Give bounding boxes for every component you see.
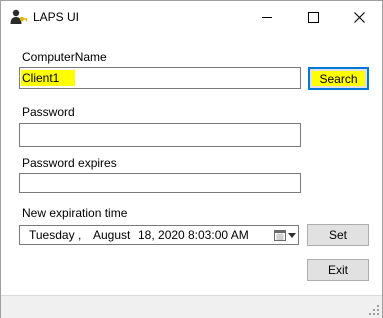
laps-ui-window: LAPS UI ComputerName Client1 Search Pass… — [0, 0, 383, 318]
password-expires-value — [21, 176, 23, 192]
exit-button-label: Exit — [327, 263, 348, 277]
maximize-button[interactable] — [290, 1, 336, 33]
password-expires-label: Password expires — [22, 156, 117, 170]
password-field[interactable] — [19, 123, 301, 147]
weekday-segment[interactable]: Tuesday — [29, 228, 75, 243]
password-value — [21, 126, 23, 142]
close-button[interactable] — [336, 1, 382, 33]
minimize-icon — [262, 16, 272, 18]
password-label: Password — [22, 105, 75, 119]
time-segment[interactable]: 8:03:00 AM — [188, 228, 249, 243]
month-segment[interactable]: August — [93, 228, 130, 243]
new-expiration-label: New expiration time — [22, 206, 128, 220]
date-separator: , — [78, 228, 82, 242]
close-icon — [353, 11, 365, 23]
resize-grip-icon[interactable] — [368, 304, 380, 316]
computer-name-label: ComputerName — [22, 50, 107, 64]
set-button-label: Set — [328, 228, 347, 242]
status-bar — [1, 295, 382, 318]
minimize-button[interactable] — [244, 1, 290, 33]
dropdown-arrow-icon[interactable] — [288, 233, 296, 238]
title-bar: LAPS UI — [1, 1, 382, 33]
day-year-segment[interactable]: 18, 2020 — [138, 228, 185, 243]
window-title: LAPS UI — [33, 10, 80, 24]
calendar-icon[interactable] — [274, 229, 286, 241]
expiration-datetime-picker[interactable]: Tuesday , August 18, 2020 8:03:00 AM — [19, 225, 299, 245]
exit-button[interactable]: Exit — [307, 259, 369, 281]
computer-name-input[interactable]: Client1 — [19, 67, 301, 89]
computer-name-value: Client1 — [21, 70, 75, 86]
search-button[interactable]: Search — [308, 67, 369, 90]
search-button-highlight: Search — [312, 71, 365, 86]
password-expires-field[interactable] — [19, 173, 301, 193]
maximize-icon — [307, 11, 319, 23]
laps-user-key-icon — [10, 9, 28, 24]
set-button[interactable]: Set — [307, 224, 369, 246]
search-button-label: Search — [319, 71, 358, 86]
